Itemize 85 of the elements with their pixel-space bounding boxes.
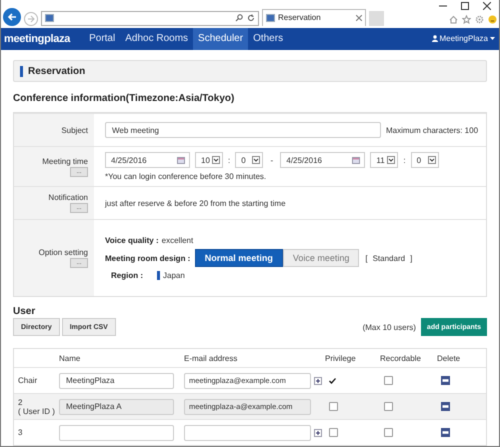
nav-tab[interactable]: Scheduler — [193, 28, 248, 50]
nav-tab[interactable]: Portal — [84, 28, 120, 50]
recordable-checkbox[interactable] — [384, 402, 393, 411]
date-field[interactable]: 4/25/2016 — [105, 152, 190, 168]
caret-icon — [490, 37, 495, 40]
field-label: Option setting — [38, 248, 88, 257]
title-marker-icon — [20, 66, 23, 76]
dropdown-icon — [212, 156, 220, 164]
name-field[interactable] — [59, 424, 174, 440]
calendar-icon[interactable] — [177, 156, 185, 164]
field-label: Notification — [48, 193, 88, 202]
notification-text: just after reserve & before 20 from the starting time — [105, 198, 287, 208]
section-title: Conference information(Timezone:Asia/Tokyo) — [13, 93, 236, 104]
max-users-text: (Max 10 users) — [362, 322, 416, 332]
email-field[interactable] — [184, 424, 311, 440]
privilege-checkbox[interactable] — [329, 428, 338, 437]
row-label: 2 ( User ID ) — [17, 398, 55, 416]
search-icon[interactable] — [235, 14, 243, 22]
bracket-text: ] — [410, 254, 412, 262]
section-title: User — [13, 306, 36, 317]
site-icon — [266, 14, 275, 22]
colon-text: : — [228, 156, 230, 164]
bracket-text: [ — [365, 254, 368, 262]
page-title: Reservation — [28, 66, 86, 76]
browser-tab[interactable]: Reservation — [262, 8, 366, 26]
name-field[interactable]: MeetingPlaza A — [59, 398, 174, 414]
date-field[interactable]: 4/25/2016 — [280, 152, 366, 168]
arrow-icon — [7, 12, 17, 22]
person-icon — [432, 35, 438, 42]
privilege-checkbox[interactable] — [329, 402, 338, 411]
minute-select[interactable]: 0 — [410, 152, 439, 168]
dash-text: - — [269, 156, 274, 164]
row-label: Chair — [17, 376, 38, 385]
hour-select[interactable]: 10 — [195, 152, 223, 168]
star-icon[interactable] — [462, 14, 471, 24]
app-logo[interactable]: meetingplaza — [4, 28, 70, 50]
name-field[interactable]: MeetingPlaza — [59, 372, 174, 388]
field-label: Subject — [61, 126, 88, 134]
user-menu[interactable]: MeetingPlaza — [432, 28, 499, 50]
column-header: Recordable — [380, 352, 422, 364]
design-label: Meeting room design : — [105, 254, 190, 262]
recordable-checkbox[interactable] — [384, 376, 393, 385]
region-label: Region : — [111, 271, 143, 280]
voice-quality-label: Voice quality : — [105, 236, 159, 245]
dropdown-icon — [387, 156, 396, 164]
hour-select[interactable]: 11 — [370, 152, 398, 168]
column-header: Delete — [437, 352, 462, 364]
region-marker-icon — [157, 271, 160, 280]
delete-icon[interactable] — [441, 428, 450, 437]
design-toggle[interactable]: Voice meeting — [282, 249, 360, 267]
site-icon — [45, 14, 54, 22]
row-label: 3 — [17, 428, 22, 437]
column-header: E-mail address — [184, 352, 238, 364]
note-text: *You can login conference before 30 minutes. — [105, 172, 268, 181]
minute-select[interactable]: 0 — [235, 152, 264, 168]
subject-field[interactable]: Web meeting — [105, 122, 381, 138]
nav-tab[interactable]: Adhoc Rooms — [120, 28, 194, 50]
gear-icon[interactable] — [475, 14, 484, 24]
voice-quality-value: excellent — [162, 236, 194, 245]
hint-text: Maximum characters: 100 — [386, 126, 478, 134]
maximize-icon[interactable] — [461, 2, 469, 10]
delete-icon[interactable] — [441, 376, 450, 385]
plus-icon[interactable] — [314, 376, 322, 384]
recordable-checkbox[interactable] — [384, 428, 393, 437]
colon-text: : — [403, 156, 406, 164]
region-value: Japan — [163, 271, 185, 280]
arrow-icon — [27, 14, 35, 23]
field-label: Meeting time — [42, 156, 88, 166]
design-value: Standard — [372, 254, 406, 262]
back-button[interactable] — [3, 8, 21, 26]
delete-icon[interactable] — [441, 402, 450, 411]
design-toggle[interactable]: Normal meeting — [194, 249, 283, 267]
column-header: Name — [59, 352, 82, 364]
smiley-icon[interactable] — [488, 14, 497, 24]
calendar-icon[interactable] — [352, 156, 360, 164]
address-field[interactable] — [41, 10, 259, 26]
dropdown-icon — [428, 156, 436, 164]
home-icon[interactable] — [449, 14, 458, 24]
plus-icon[interactable] — [314, 428, 322, 436]
forward-button[interactable] — [24, 12, 38, 26]
refresh-icon[interactable] — [247, 14, 255, 22]
nav-tab[interactable]: Others — [248, 28, 288, 50]
dropdown-icon — [252, 156, 260, 164]
close-icon[interactable] — [483, 2, 491, 10]
column-header: Privilege — [325, 352, 357, 365]
